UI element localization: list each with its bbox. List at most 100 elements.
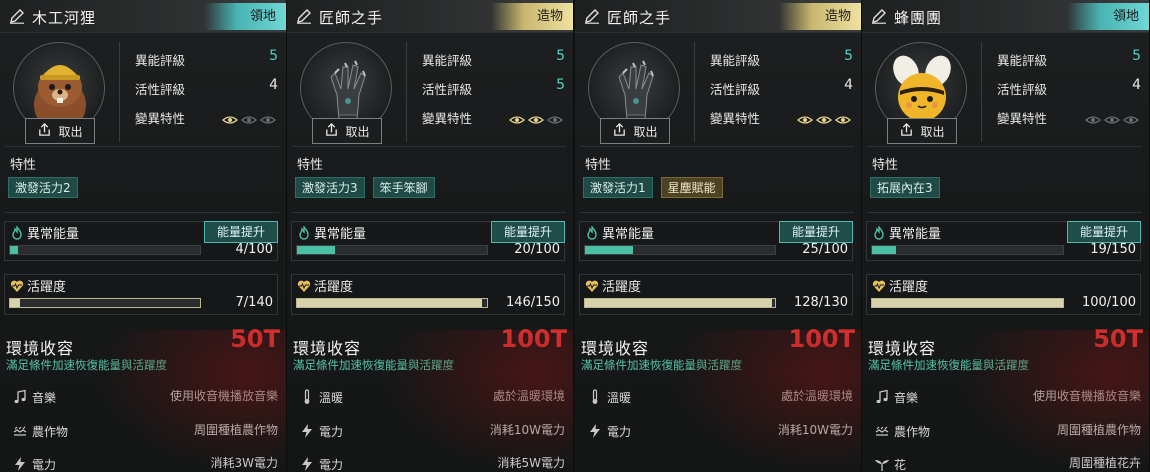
divider — [580, 212, 854, 213]
environment-containment-title: 環境收容 — [581, 339, 650, 358]
take-out-button[interactable]: 取出 — [600, 118, 670, 144]
trait-chip[interactable]: 激發活力1 — [583, 177, 653, 198]
card-header: 木工河狸 領地 — [0, 0, 286, 33]
condition-name: 溫暖 — [319, 391, 344, 405]
psionic-rating-label: 異能評級 — [135, 53, 186, 68]
containment-card: 匠師之手 造物 取出 異能評級 5 活性評級 4 變異特性 特性 激發活力1 星塵賦能 異常能量 能量提… — [575, 0, 862, 472]
take-out-button[interactable]: 取出 — [887, 118, 957, 144]
heart-pulse-icon — [10, 278, 24, 292]
divider — [867, 212, 1142, 213]
activity-label: 活躍度 — [889, 280, 929, 295]
energy-bar-fill — [872, 246, 897, 254]
music-note-icon — [12, 389, 28, 405]
flame-icon — [10, 224, 24, 240]
traits-heading: 特性 — [585, 158, 612, 173]
trait-chip[interactable]: 星塵賦能 — [660, 177, 723, 198]
containment-condition: 農作物 周圍種植農作物 — [0, 420, 286, 450]
energy-boost-button[interactable]: 能量提升 — [779, 221, 853, 243]
condition-desc: 周圍種植農作物 — [193, 423, 278, 437]
anomaly-energy-panel: 異常能量 能量提升 20/100 — [291, 221, 565, 261]
activity-panel: 活躍度 100/100 — [866, 274, 1141, 315]
flame-icon — [585, 224, 599, 240]
psionic-rating-value: 5 — [556, 48, 565, 64]
energy-boost-button[interactable]: 能量提升 — [1067, 221, 1141, 243]
heart-pulse-icon — [872, 278, 886, 292]
psionic-rating-label: 異能評級 — [997, 53, 1048, 68]
rename-pencil-icon[interactable] — [871, 8, 887, 24]
psionic-rating-label: 異能評級 — [422, 53, 473, 68]
mutation-eye-icon — [260, 110, 276, 129]
mutation-eye-icon — [547, 110, 563, 129]
containment-condition: 農作物 周圍種植農作物 — [862, 420, 1149, 450]
trait-chip[interactable]: 激發活力2 — [8, 177, 78, 198]
energy-boost-button[interactable]: 能量提升 — [491, 221, 565, 243]
energy-bar-fill — [585, 246, 633, 254]
thermometer-icon — [587, 389, 603, 405]
trait-list: 激發活力2 — [8, 177, 78, 198]
rename-pencil-icon[interactable] — [296, 8, 312, 24]
upload-icon — [324, 122, 339, 141]
containment-condition: 音樂 使用收音機播放音樂 — [862, 386, 1149, 416]
activity-rating-value: 4 — [844, 77, 853, 93]
energy-boost-button[interactable]: 能量提升 — [204, 221, 278, 243]
category-badge: 造物 — [778, 3, 861, 30]
anomaly-energy-panel: 異常能量 能量提升 4/100 — [4, 221, 278, 261]
mutation-eye-icon — [1123, 110, 1139, 129]
condition-desc: 消耗5W電力 — [497, 456, 565, 470]
containment-card-list: 木工河狸 領地取出 異能評級 5 活性評級 4 變異特性特性激發活力2 異常能量 能量提升 4/1… — [0, 0, 1150, 472]
upload-icon — [899, 122, 914, 141]
containment-cost: 100T — [500, 325, 567, 353]
energy-label: 異常能量 — [314, 227, 367, 242]
trait-chip[interactable]: 激發活力3 — [295, 177, 365, 198]
divider — [694, 42, 695, 142]
take-out-button[interactable]: 取出 — [25, 118, 95, 144]
activity-bar — [584, 298, 776, 308]
condition-name: 農作物 — [894, 425, 931, 439]
traits-heading: 特性 — [872, 158, 899, 173]
traits-heading: 特性 — [10, 158, 37, 173]
activity-rating-value: 4 — [1132, 77, 1141, 93]
anomaly-name: 蜂團團 — [894, 9, 943, 27]
condition-name: 電力 — [319, 458, 344, 472]
mutation-level — [222, 110, 276, 129]
lightning-icon — [299, 456, 315, 472]
condition-name: 音樂 — [894, 391, 919, 405]
energy-label: 異常能量 — [889, 227, 942, 242]
trait-list: 激發活力3 笨手笨腳 — [295, 177, 435, 198]
containment-condition: 花 周圍種植花卉 — [862, 453, 1149, 472]
trait-chip[interactable]: 拓展內在3 — [870, 177, 940, 198]
rename-pencil-icon[interactable] — [584, 8, 600, 24]
activity-rating-label: 活性評級 — [997, 82, 1048, 97]
card-header: 匠師之手 造物 — [287, 0, 573, 33]
mutation-level — [797, 110, 851, 129]
crops-icon — [874, 423, 890, 439]
card-header: 蜂團團 領地 — [862, 0, 1149, 33]
condition-desc: 消耗10W電力 — [777, 423, 853, 437]
psionic-rating-value: 5 — [269, 48, 278, 64]
music-note-icon — [874, 389, 890, 405]
take-out-button[interactable]: 取出 — [312, 118, 382, 144]
activity-panel: 活躍度 146/150 — [291, 274, 565, 315]
condition-desc: 處於溫暖環境 — [780, 389, 853, 403]
condition-desc: 使用收音機播放音樂 — [169, 389, 278, 403]
trait-chip[interactable]: 笨手笨腳 — [372, 177, 435, 198]
energy-label: 異常能量 — [602, 227, 655, 242]
mutation-trait-label: 變異特性 — [135, 111, 186, 126]
card-header: 匠師之手 造物 — [575, 0, 861, 33]
energy-bar — [9, 245, 201, 255]
activity-panel: 活躍度 128/130 — [579, 274, 853, 315]
activity-count: 100/100 — [1081, 295, 1136, 310]
divider — [292, 212, 566, 213]
flame-icon — [872, 224, 886, 240]
containment-cost: 50T — [230, 325, 280, 353]
activity-rating-value: 5 — [556, 77, 565, 93]
heart-pulse-icon — [297, 278, 311, 292]
activity-label: 活躍度 — [27, 280, 67, 295]
containment-note: 滿足條件加速恢復能量與活躍度 — [581, 358, 742, 372]
traits-heading: 特性 — [297, 158, 324, 173]
condition-name: 電力 — [319, 425, 344, 439]
activity-rating-label: 活性評級 — [710, 82, 761, 97]
rename-pencil-icon[interactable] — [9, 8, 25, 24]
divider — [406, 42, 407, 142]
category-badge: 領地 — [203, 3, 286, 30]
